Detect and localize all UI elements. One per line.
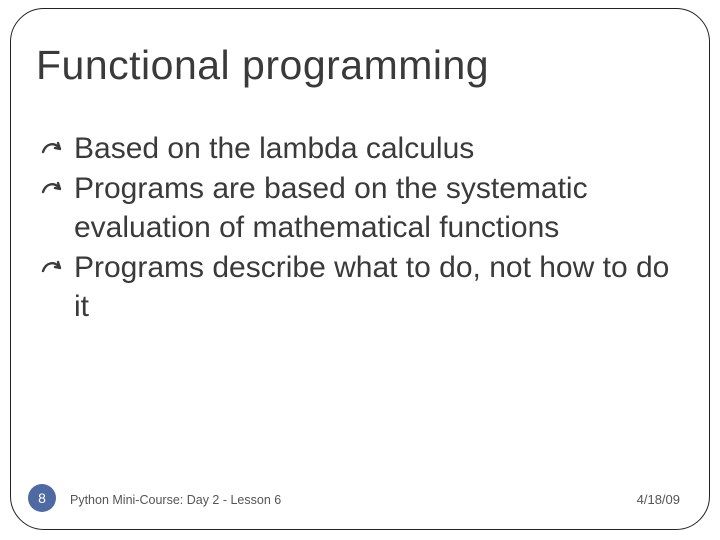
- bullet-text: Programs describe what to do, not how to…: [74, 251, 669, 322]
- footer-course: Python Mini-Course: Day 2 - Lesson 6: [70, 493, 281, 507]
- page-number-badge: 8: [28, 484, 56, 512]
- bullet-curl-arrow-icon: [40, 176, 68, 202]
- bullet-curl-arrow-icon: [40, 136, 68, 162]
- bullet-text: Based on the lambda calculus: [74, 132, 474, 165]
- bullet-text: Programs are based on the systematic eva…: [74, 172, 588, 243]
- list-item: Based on the lambda calculus: [40, 130, 680, 168]
- slide-body: Based on the lambda calculus Programs ar…: [40, 130, 680, 328]
- slide: Functional programming Based on the lamb…: [0, 0, 720, 540]
- bullet-curl-arrow-icon: [40, 255, 68, 281]
- footer-date: 4/18/09: [637, 492, 680, 507]
- slide-title: Functional programming: [36, 42, 489, 89]
- list-item: Programs are based on the systematic eva…: [40, 170, 680, 247]
- list-item: Programs describe what to do, not how to…: [40, 249, 680, 326]
